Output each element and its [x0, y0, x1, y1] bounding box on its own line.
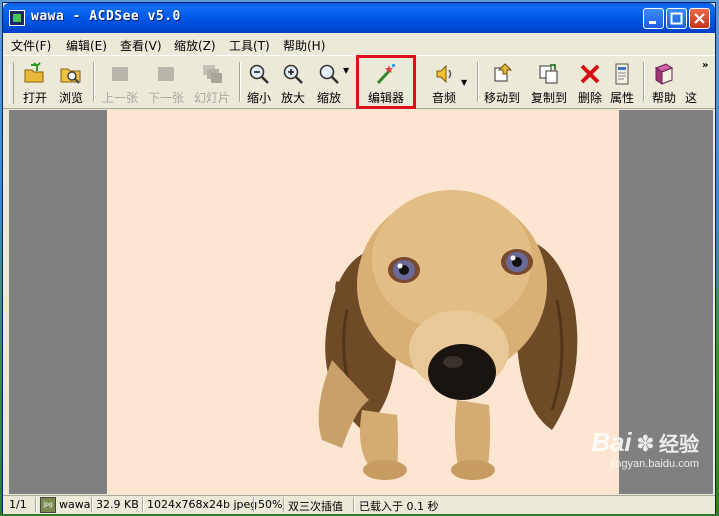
zoom-in-label: 放大	[280, 91, 305, 105]
slideshow-button[interactable]: 幻灯片	[189, 60, 235, 105]
status-divider	[353, 497, 355, 512]
zoom-out-label: 缩小	[246, 91, 271, 105]
toolbar-grip[interactable]	[9, 62, 14, 104]
acdsee-window: wawa - ACDSee v5.0 文件(F) 编辑(E) 查看(V) 缩放(…	[2, 2, 716, 514]
minimize-button[interactable]	[643, 8, 664, 29]
minimize-icon	[649, 21, 656, 24]
paw-icon: ✽	[636, 431, 655, 456]
title-bar[interactable]: wawa - ACDSee v5.0	[3, 3, 715, 33]
maximize-button[interactable]	[666, 8, 687, 29]
audio-button[interactable]: 音频	[427, 60, 461, 105]
move-to-button[interactable]: 移动到	[481, 60, 523, 105]
prev-image-label: 上一张	[101, 91, 138, 105]
help-label: 帮助	[651, 91, 676, 105]
next-image-icon	[158, 67, 174, 81]
speaker-icon	[436, 64, 452, 84]
status-divider	[91, 497, 93, 512]
menu-zoom[interactable]: 缩放(Z)	[174, 37, 216, 54]
status-divider	[283, 497, 285, 512]
image-viewer-area[interactable]: Bai ✽ 经验 jingyan.baidu.com	[9, 110, 713, 494]
zoom-label: 缩放	[316, 91, 341, 105]
next-image-label: 下一张	[147, 91, 184, 105]
browse-button[interactable]: 浏览	[53, 60, 89, 105]
menu-file[interactable]: 文件(F)	[11, 37, 51, 54]
menu-tools[interactable]: 工具(T)	[229, 37, 270, 54]
editor-highlight-box	[356, 55, 416, 109]
status-interpolation: 双三次插值	[288, 500, 343, 513]
menu-help[interactable]: 帮助(H)	[283, 37, 325, 54]
move-to-icon	[494, 63, 513, 82]
zoom-out-icon	[249, 64, 269, 84]
move-to-label: 移动到	[483, 91, 520, 105]
next-image-button[interactable]: 下一张	[143, 60, 189, 105]
browse-label: 浏览	[58, 91, 83, 105]
open-label: 打开	[22, 91, 47, 105]
open-folder-icon	[24, 62, 44, 83]
menu-bar: 文件(F) 编辑(E) 查看(V) 缩放(Z) 工具(T) 帮助(H)	[3, 34, 715, 54]
acdsee-app-icon[interactable]	[9, 10, 25, 26]
prev-image-button[interactable]: 上一张	[97, 60, 143, 105]
watermark-brand: Bai	[591, 427, 632, 457]
delete-label: 删除	[577, 91, 602, 105]
close-button[interactable]	[689, 8, 710, 29]
status-filesize: 32.9 KB	[96, 498, 139, 511]
open-button[interactable]: 打开	[17, 60, 53, 105]
zoom-in-button[interactable]: 放大	[277, 60, 309, 105]
zoom-icon	[319, 64, 339, 84]
menu-view[interactable]: 查看(V)	[120, 37, 162, 54]
properties-icon	[615, 63, 629, 85]
properties-button[interactable]: 属性	[606, 60, 638, 105]
zoom-dropdown-arrow-icon[interactable]: ▼	[343, 66, 349, 75]
status-load-time: 已载入于 0.1 秒	[359, 500, 439, 513]
audio-label: 音频	[431, 91, 456, 105]
jpeg-file-icon: jpg	[40, 497, 56, 513]
help-button[interactable]: 帮助	[647, 60, 681, 105]
watermark-url: jingyan.baidu.com	[610, 458, 699, 470]
toolbar-overflow-label: 这	[684, 91, 697, 105]
toolbar-overflow-item[interactable]: 这	[683, 60, 699, 105]
toolbar-separator	[643, 62, 645, 102]
help-book-icon	[654, 63, 674, 85]
slideshow-icon	[203, 65, 222, 83]
maximize-icon	[670, 12, 683, 25]
properties-label: 属性	[609, 91, 634, 105]
prev-image-icon	[112, 67, 128, 81]
status-divider	[253, 497, 255, 512]
watermark-brand-cn: 经验	[659, 434, 699, 456]
audio-dropdown-arrow-icon[interactable]: ▼	[461, 78, 467, 87]
toolbar-separator	[239, 62, 241, 102]
status-divider	[142, 497, 144, 512]
zoom-out-button[interactable]: 缩小	[243, 60, 275, 105]
baidu-jingyan-watermark: Bai ✽ 经验 jingyan.baidu.com	[591, 427, 699, 470]
toolbar-separator	[477, 62, 479, 102]
delete-button[interactable]: 删除	[574, 60, 606, 105]
copy-to-label: 复制到	[530, 91, 567, 105]
toolbar-separator	[93, 62, 95, 102]
zoom-button[interactable]: 缩放	[312, 60, 346, 105]
status-zoom: 50%	[258, 498, 283, 511]
status-dimensions: 1024x768x24b jpeg	[147, 498, 258, 511]
copy-to-button[interactable]: 复制到	[527, 60, 571, 105]
status-divider	[35, 497, 37, 512]
status-filename: wawa	[59, 498, 91, 511]
window-title: wawa - ACDSee v5.0	[31, 9, 181, 24]
slideshow-label: 幻灯片	[193, 91, 230, 105]
copy-to-icon	[539, 64, 558, 84]
status-bar: 1/1 jpg wawa 32.9 KB 1024x768x24b jpeg 5…	[3, 495, 715, 514]
browse-folder-icon	[60, 68, 81, 84]
puppy-image	[318, 190, 578, 480]
toolbar-chevron-icon[interactable]: »	[702, 60, 708, 71]
delete-x-icon	[580, 64, 600, 84]
displayed-photo	[107, 110, 619, 494]
menu-edit[interactable]: 编辑(E)	[66, 37, 107, 54]
status-index: 1/1	[9, 498, 27, 511]
close-icon	[694, 13, 705, 24]
zoom-in-icon	[283, 64, 303, 84]
